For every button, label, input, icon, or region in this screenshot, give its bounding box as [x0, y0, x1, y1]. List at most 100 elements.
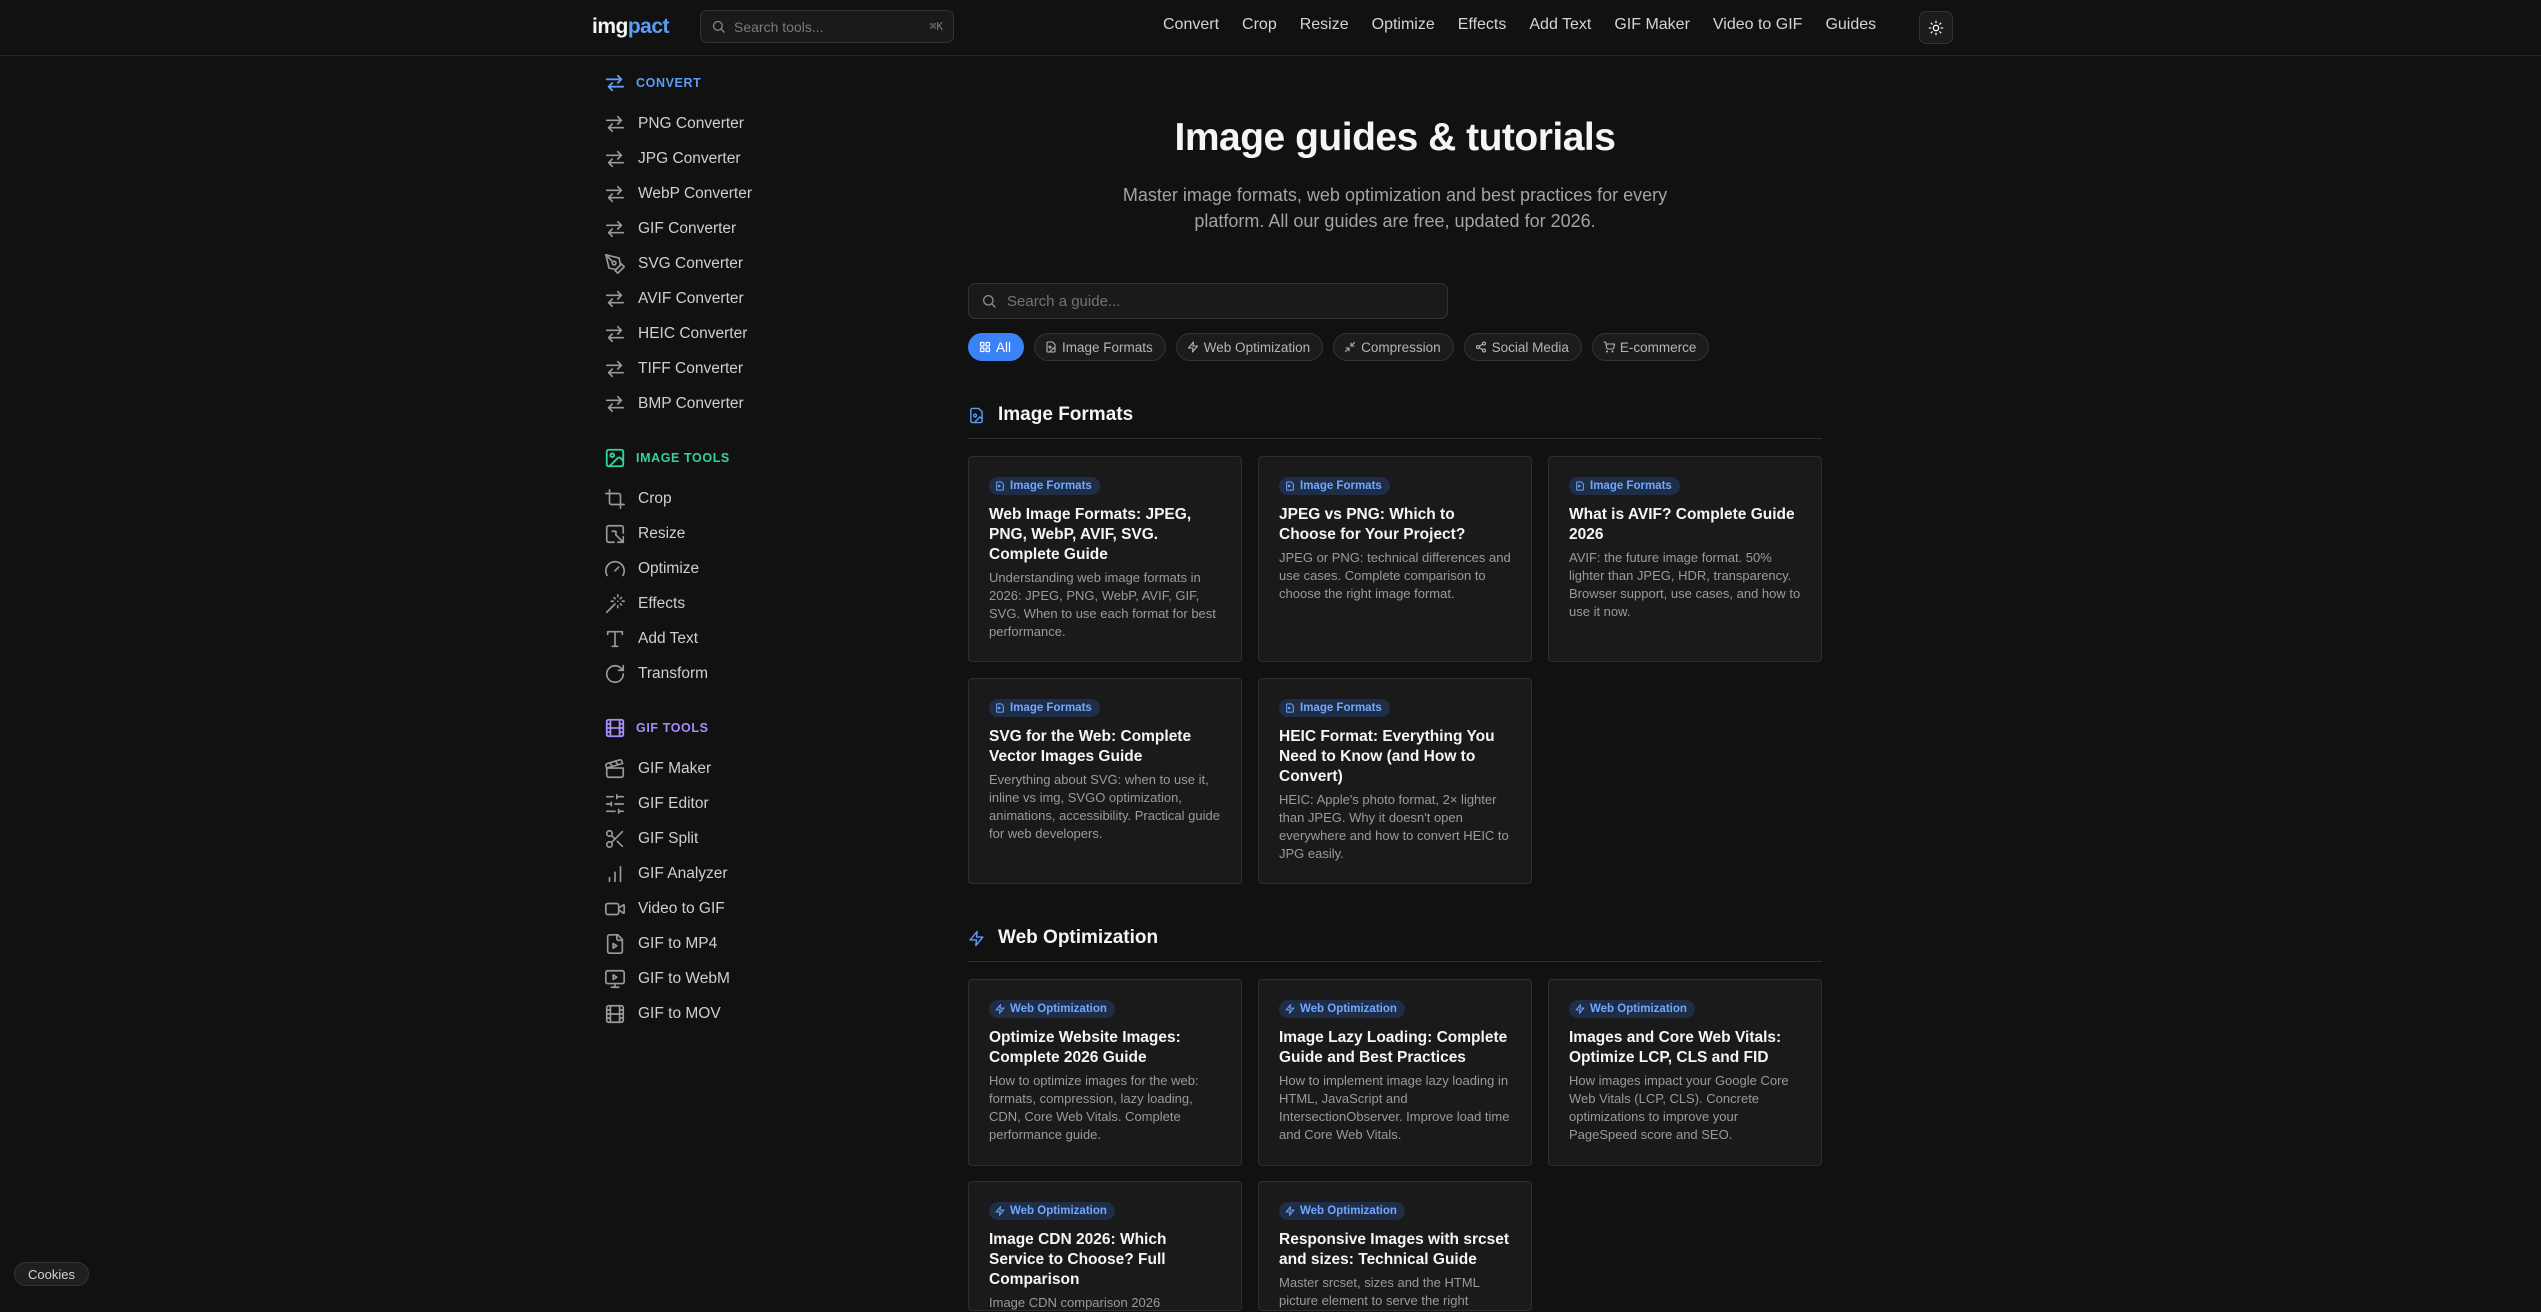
sidebar-item-gif-to-mp4[interactable]: GIF to MP4 — [604, 926, 904, 961]
guide-card[interactable]: Image Formats HEIC Format: Everything Yo… — [1258, 678, 1532, 884]
crop-icon — [605, 488, 625, 509]
minimize-icon — [1345, 341, 1356, 353]
category-badge: Web Optimization — [1279, 1000, 1405, 1018]
filter-image-formats[interactable]: Image Formats — [1034, 333, 1166, 361]
file-image-icon — [996, 703, 1004, 713]
sidebar-item-avif-converter[interactable]: AVIF Converter — [604, 281, 904, 316]
lightning-icon — [1575, 1004, 1585, 1014]
nav-convert[interactable]: Convert — [1163, 16, 1219, 34]
nav-add-text[interactable]: Add Text — [1529, 16, 1591, 34]
guide-card[interactable]: Web Optimization Optimize Website Images… — [968, 979, 1242, 1166]
category-badge: Web Optimization — [989, 1202, 1115, 1220]
sun-icon — [1928, 20, 1944, 35]
lightning-icon — [969, 930, 984, 946]
guide-search-input[interactable]: Search a guide... — [968, 283, 1448, 319]
sidebar-item-add-text[interactable]: Add Text — [604, 621, 904, 656]
card-title: Responsive Images with srcset and sizes:… — [1279, 1231, 1510, 1268]
nav-guides[interactable]: Guides — [1825, 16, 1876, 34]
magic-wand-icon — [605, 593, 625, 613]
sliders-icon — [605, 793, 625, 814]
file-image-icon — [1576, 481, 1584, 491]
arrows-swap-icon — [605, 325, 625, 342]
arrows-swap-icon — [605, 74, 625, 92]
sidebar-item-video-to-gif[interactable]: Video to GIF — [604, 891, 904, 926]
sidebar-item-svg-converter[interactable]: SVG Converter — [604, 246, 904, 281]
section-image-formats-title: Image Formats — [968, 402, 1133, 428]
resize-icon — [605, 524, 625, 543]
sidebar-item-tiff-converter[interactable]: TIFF Converter — [604, 351, 904, 386]
sidebar-item-optimize[interactable]: Optimize — [604, 551, 904, 586]
sidebar-item-gif-split[interactable]: GIF Split — [604, 821, 904, 856]
scissors-icon — [605, 829, 624, 848]
card-description: How to optimize images for the web: form… — [989, 1073, 1199, 1142]
sidebar-item-effects[interactable]: Effects — [604, 586, 904, 621]
guide-card[interactable]: Web Optimization Image CDN 2026: Which S… — [968, 1181, 1242, 1311]
guide-card[interactable]: Image Formats Web Image Formats: JPEG, P… — [968, 456, 1242, 662]
film-icon — [605, 718, 625, 738]
guide-card[interactable]: Image Formats JPEG vs PNG: Which to Choo… — [1258, 456, 1532, 662]
search-icon — [712, 20, 725, 33]
card-title: JPEG vs PNG: Which to Choose for Your Pr… — [1279, 506, 1466, 543]
section-divider — [968, 961, 1822, 962]
sidebar-item-gif-to-mov[interactable]: GIF to MOV — [604, 996, 904, 1031]
sidebar-section-image-tools: IMAGE TOOLS — [604, 445, 904, 471]
filter-web-optimization[interactable]: Web Optimization — [1175, 333, 1324, 361]
cookies-button[interactable]: Cookies — [14, 1262, 89, 1286]
nav-gif-maker[interactable]: GIF Maker — [1614, 16, 1690, 34]
lightning-icon — [1187, 341, 1198, 353]
card-description: Master srcset, sizes and the HTML pictur… — [1279, 1275, 1480, 1308]
share-icon — [1475, 341, 1486, 353]
arrows-swap-icon — [605, 185, 625, 202]
nav-optimize[interactable]: Optimize — [1372, 16, 1435, 34]
filter-chips: All Image Formats Web Optimization Compr… — [968, 333, 1719, 361]
guide-card[interactable]: Image Formats What is AVIF? Complete Gui… — [1548, 456, 1822, 662]
guide-card[interactable]: Image Formats SVG for the Web: Complete … — [968, 678, 1242, 884]
sidebar-item-gif-to-webm[interactable]: GIF to WebM — [604, 961, 904, 996]
nav-resize[interactable]: Resize — [1300, 16, 1349, 34]
file-image-icon — [1046, 341, 1056, 353]
category-badge: Image Formats — [989, 699, 1100, 717]
sidebar-item-bmp-converter[interactable]: BMP Converter — [604, 386, 904, 421]
nav-effects[interactable]: Effects — [1458, 16, 1507, 34]
cart-icon — [1603, 341, 1615, 353]
filter-compression[interactable]: Compression — [1333, 333, 1454, 361]
main-nav: Convert Crop Resize Optimize Effects Add… — [1163, 16, 1899, 34]
guide-card[interactable]: Web Optimization Image Lazy Loading: Com… — [1258, 979, 1532, 1166]
category-badge: Image Formats — [1279, 477, 1390, 495]
grid-icon — [979, 341, 991, 353]
guide-card[interactable]: Web Optimization Images and Core Web Vit… — [1548, 979, 1822, 1166]
theme-toggle-button[interactable] — [1919, 11, 1953, 44]
section-web-optimization-title: Web Optimization — [968, 925, 1158, 951]
nav-video-to-gif[interactable]: Video to GIF — [1713, 16, 1803, 34]
card-description: Everything about SVG: when to use it, in… — [989, 772, 1220, 841]
filter-social-media[interactable]: Social Media — [1463, 333, 1582, 361]
sidebar-item-webp-converter[interactable]: WebP Converter — [604, 176, 904, 211]
tool-search-input[interactable]: Search tools... ⌘K — [700, 10, 954, 43]
arrows-swap-icon — [605, 290, 625, 307]
sidebar-item-resize[interactable]: Resize — [604, 516, 904, 551]
arrows-swap-icon — [605, 220, 625, 237]
guide-card[interactable]: Web Optimization Responsive Images with … — [1258, 1181, 1532, 1311]
sidebar-item-gif-converter[interactable]: GIF Converter — [604, 211, 904, 246]
guide-search-placeholder: Search a guide... — [1007, 292, 1121, 310]
nav-crop[interactable]: Crop — [1242, 16, 1277, 34]
card-title: Optimize Website Images: Complete 2026 G… — [989, 1029, 1181, 1066]
sidebar-item-gif-editor[interactable]: GIF Editor — [604, 786, 904, 821]
sidebar-item-transform[interactable]: Transform — [604, 656, 904, 691]
sidebar-item-png-converter[interactable]: PNG Converter — [604, 106, 904, 141]
filter-e-commerce[interactable]: E-commerce — [1591, 333, 1710, 361]
gauge-icon — [605, 560, 625, 576]
card-title: Image CDN 2026: Which Service to Choose?… — [989, 1231, 1167, 1288]
sidebar-item-gif-analyzer[interactable]: GIF Analyzer — [604, 856, 904, 891]
arrows-swap-icon — [605, 395, 625, 412]
sidebar-item-jpg-converter[interactable]: JPG Converter — [604, 141, 904, 176]
filter-all[interactable]: All — [968, 333, 1025, 361]
clapperboard-icon — [605, 758, 625, 778]
logo[interactable]: imgpact — [592, 15, 670, 39]
file-image-icon — [970, 407, 983, 423]
sidebar-item-crop[interactable]: Crop — [604, 481, 904, 516]
lightning-icon — [995, 1004, 1005, 1014]
sidebar-item-heic-converter[interactable]: HEIC Converter — [604, 316, 904, 351]
category-badge: Image Formats — [1279, 699, 1390, 717]
sidebar-item-gif-maker[interactable]: GIF Maker — [604, 751, 904, 786]
